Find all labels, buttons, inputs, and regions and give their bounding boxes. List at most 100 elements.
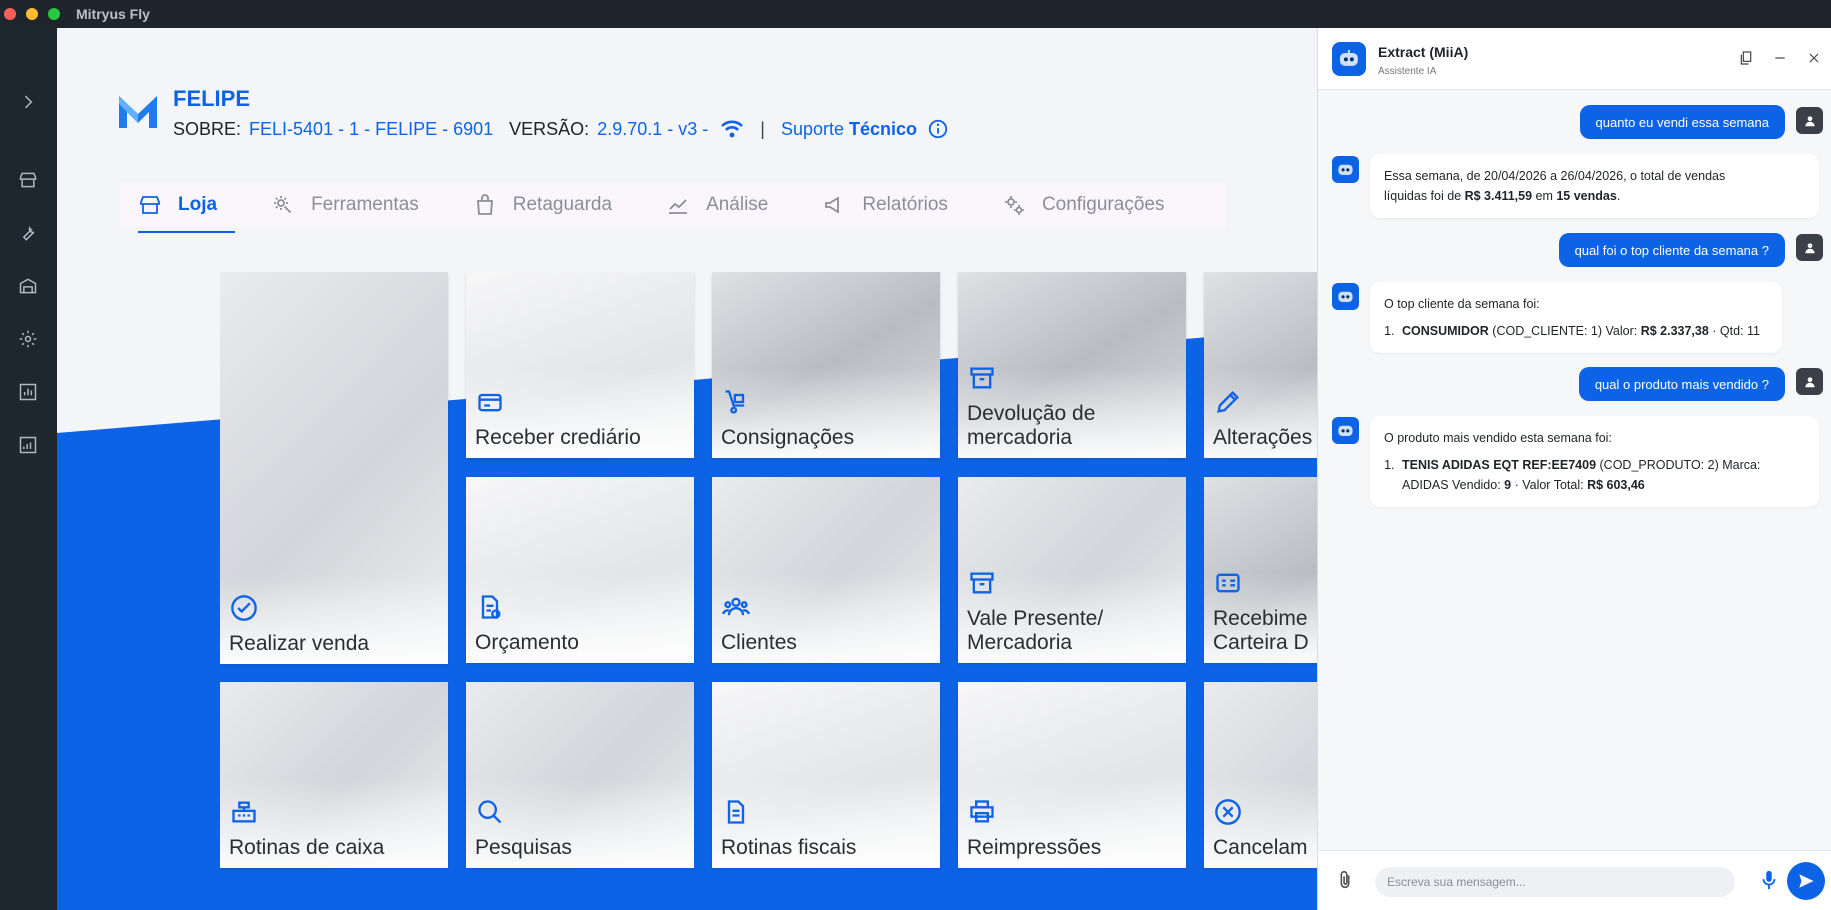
bar-chart-icon — [19, 383, 37, 401]
tab-analise[interactable]: Análise — [648, 183, 786, 227]
microphone-button[interactable] — [1758, 869, 1782, 893]
tile-label: Orçamento — [475, 631, 579, 654]
main-area: FELIPE SOBRE: FELI-5401 - 1 - FELIPE - 6… — [57, 28, 1317, 910]
tile-recebimento-carteira[interactable]: Recebime Carteira D — [1204, 477, 1317, 663]
tab-label: Relatórios — [862, 194, 948, 215]
msg-text: líquidas foi de — [1384, 189, 1465, 203]
action-tiles-grid: Realizar venda Receber crediário Consign… — [220, 272, 1317, 892]
store-name: FELIPE — [173, 86, 251, 111]
tile-vale-presente[interactable]: Vale Presente/Mercadoria — [958, 477, 1186, 663]
versao-label: VERSÃO: — [509, 118, 590, 139]
msg-bold: R$ 3.411,59 — [1464, 189, 1533, 203]
bot-avatar — [1332, 417, 1359, 444]
report-chart-icon — [19, 436, 37, 454]
tile-label-line1: Vale Presente/ — [967, 607, 1104, 630]
chat-subtitle: Assistente IA — [1378, 66, 1437, 77]
tile-label: Devolução de mercadoria — [967, 402, 1095, 450]
msg-text: · Valor Total: — [1511, 478, 1588, 492]
robot-icon — [1338, 164, 1353, 176]
tab-label: Loja — [178, 194, 218, 215]
tile-label: Receber crediário — [475, 426, 641, 449]
store-icon — [19, 172, 37, 188]
bot-avatar — [1332, 156, 1359, 183]
sidebar — [0, 28, 57, 910]
msg-text: ADIDAS Vendido: — [1402, 478, 1505, 492]
tile-consignacoes[interactable]: Consignações — [712, 272, 940, 458]
tile-rotinas-fiscais[interactable]: Rotinas fiscais — [712, 682, 940, 868]
search-icon — [476, 798, 506, 828]
tile-realizar-venda[interactable]: Realizar venda — [220, 272, 448, 664]
tab-label: Ferramentas — [311, 194, 419, 215]
sidebar-item-configuracoes[interactable] — [14, 325, 42, 353]
robot-icon — [1338, 425, 1353, 437]
sidebar-item-relatorios[interactable] — [14, 431, 42, 459]
tile-cancelamentos[interactable]: Cancelam — [1204, 682, 1317, 868]
minimize-chat-button[interactable] — [1770, 48, 1790, 68]
microphone-icon — [1762, 870, 1776, 890]
bot-message: O top cliente da semana foi: CONSUMIDOR … — [1370, 282, 1782, 353]
close-chat-button[interactable] — [1804, 48, 1824, 68]
tile-label: Recebime Carteira D — [1213, 607, 1309, 655]
maximize-window-button[interactable] — [48, 8, 60, 20]
tile-rotinas-caixa[interactable]: Rotinas de caixa — [220, 682, 448, 868]
msg-list: TENIS ADIDAS EQT REF:EE7409 (COD_PRODUTO… — [1398, 455, 1805, 495]
document-dollar-icon — [476, 593, 506, 623]
chat-header: Extract (MiiA) Assistente IA — [1318, 28, 1831, 90]
tile-clientes[interactable]: Clientes — [712, 477, 940, 663]
megaphone-icon — [825, 196, 840, 214]
send-icon — [1799, 874, 1814, 888]
gears-icon — [1004, 196, 1024, 215]
tile-orcamento[interactable]: Orçamento — [466, 477, 694, 663]
archive-box-icon — [968, 364, 998, 394]
msg-list: CONSUMIDOR (COD_CLIENTE: 1) Valor: R$ 2.… — [1398, 321, 1768, 341]
sobre-label: SOBRE: — [173, 118, 242, 139]
person-icon — [1804, 242, 1815, 253]
tab-ferramentas[interactable]: Ferramentas — [253, 183, 437, 227]
tile-label: Cancelam — [1213, 836, 1308, 859]
attach-button[interactable] — [1334, 869, 1358, 893]
user-avatar — [1796, 107, 1823, 134]
sidebar-item-ferramentas[interactable] — [14, 219, 42, 247]
tab-loja[interactable]: Loja — [120, 183, 236, 233]
tile-label: Vale Presente/Mercadoria — [967, 607, 1103, 655]
sidebar-item-loja[interactable] — [14, 166, 42, 194]
archive-box-icon — [968, 569, 998, 599]
tab-configuracoes[interactable]: Configurações — [984, 183, 1183, 227]
credit-card-icon — [476, 388, 506, 418]
wifi-icon — [721, 120, 744, 138]
tile-label-line2: mercadoria — [967, 426, 1073, 449]
message-input[interactable] — [1375, 867, 1735, 897]
user-message: qual o produto mais vendido ? — [1578, 367, 1785, 401]
tile-receber-crediario[interactable]: Receber crediário — [466, 272, 694, 458]
close-window-button[interactable] — [4, 8, 16, 20]
msg-text: em — [1532, 189, 1557, 203]
msg-list-item: TENIS ADIDAS EQT REF:EE7409 (COD_PRODUTO… — [1398, 455, 1805, 495]
tab-retaguarda[interactable]: Retaguarda — [455, 183, 630, 227]
suporte-tecnico-link[interactable]: Suporte Técnico — [781, 119, 917, 140]
tile-reimpressoes[interactable]: Reimpressões — [958, 682, 1186, 868]
cancel-circle-icon — [1214, 798, 1244, 828]
person-icon — [1804, 115, 1815, 126]
hand-truck-icon — [722, 388, 752, 418]
warehouse-icon — [19, 278, 37, 294]
tile-devolucao-mercadoria[interactable]: Devolução de mercadoria — [958, 272, 1186, 458]
chat-title: Extract (MiiA) — [1378, 44, 1469, 60]
sidebar-item-retaguarda[interactable] — [14, 272, 42, 300]
tile-pesquisas[interactable]: Pesquisas — [466, 682, 694, 868]
robot-icon — [1338, 291, 1353, 303]
msg-bold: R$ 603,46 — [1587, 478, 1645, 492]
tab-label: Configurações — [1041, 194, 1165, 215]
info-icon[interactable] — [927, 118, 949, 140]
msg-text: (COD_PRODUTO: 2) Marca: — [1596, 458, 1761, 472]
tile-alteracoes[interactable]: Alterações — [1204, 272, 1317, 458]
send-button[interactable] — [1787, 862, 1825, 900]
suporte-prefix: Suporte — [780, 118, 844, 139]
expand-sidebar-button[interactable] — [14, 88, 42, 116]
tile-label-line1: Recebime — [1213, 607, 1308, 630]
copy-button[interactable] — [1736, 48, 1756, 68]
tab-relatorios[interactable]: Relatórios — [804, 183, 966, 227]
minimize-window-button[interactable] — [26, 8, 38, 20]
sidebar-item-analise[interactable] — [14, 378, 42, 406]
tile-label-line2: Mercadoria — [967, 631, 1073, 654]
tile-label: Rotinas fiscais — [721, 836, 857, 859]
